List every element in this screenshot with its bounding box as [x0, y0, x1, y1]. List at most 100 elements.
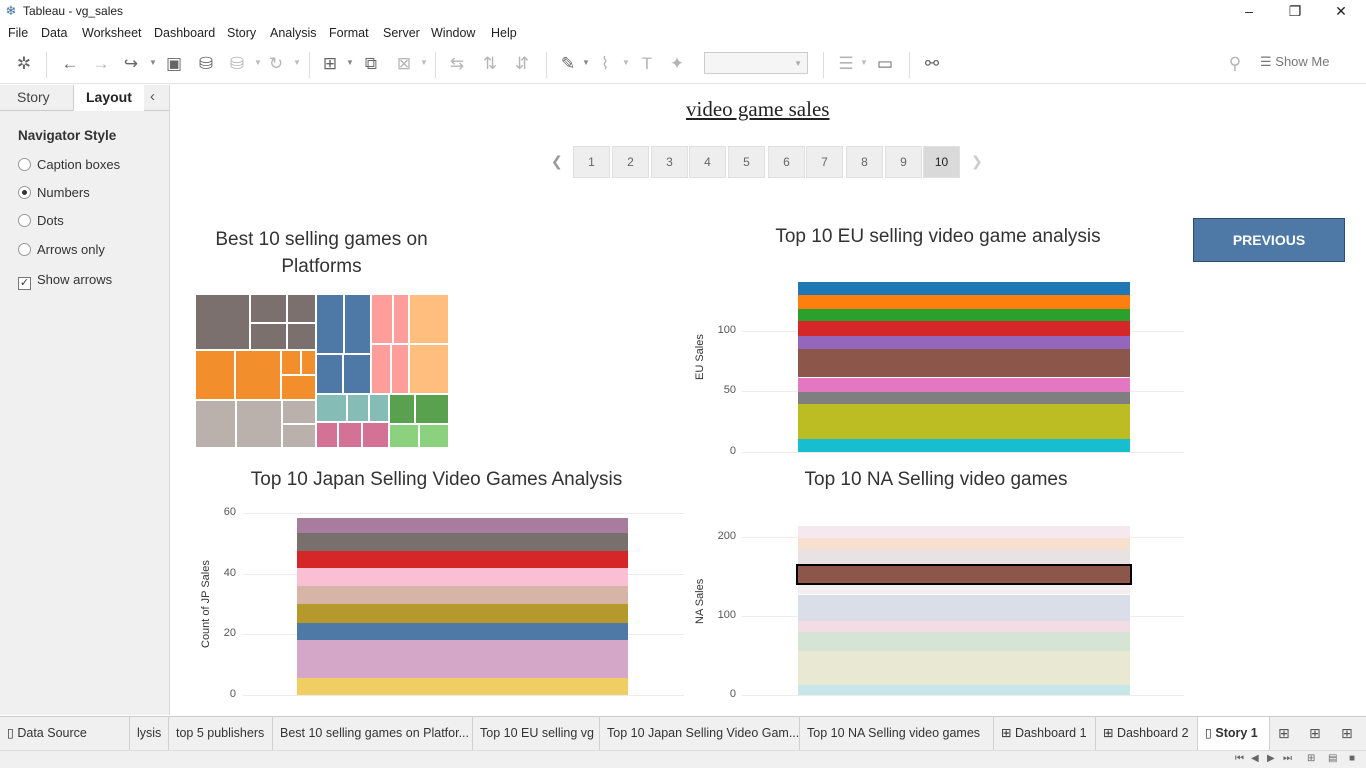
treemap-cell[interactable] [250, 323, 287, 350]
next-sheet-icon[interactable]: ▶ [1267, 753, 1275, 764]
tab-story[interactable]: Story [0, 85, 74, 111]
bar-segment[interactable] [297, 517, 628, 533]
pause-caret-icon[interactable]: ▼ [254, 58, 262, 67]
treemap-cell[interactable] [282, 400, 316, 424]
bar-segment[interactable] [798, 550, 1130, 564]
bar-segment[interactable] [798, 282, 1130, 296]
radio-icon[interactable] [18, 158, 31, 171]
tableau-start-icon[interactable]: ✲ [14, 54, 34, 74]
sheet-sorter-icon[interactable]: ⊞ [1307, 753, 1315, 764]
tab-data-source[interactable]: ▯ Data Source [0, 717, 130, 751]
tab-dashboard-2[interactable]: ⊞ Dashboard 2 [1096, 717, 1198, 751]
bar-segment[interactable] [798, 320, 1130, 336]
treemap-cell[interactable] [393, 294, 409, 344]
treemap-cell[interactable] [409, 344, 449, 394]
refresh-icon[interactable]: ↻ [266, 54, 286, 74]
treemap-cell[interactable] [316, 354, 343, 394]
tab-top-5-publishers[interactable]: top 5 publishers [169, 717, 273, 751]
bar-segment[interactable] [297, 550, 628, 568]
story-point-1[interactable]: 1 [573, 146, 610, 178]
treemap-cell[interactable] [371, 344, 391, 394]
group-members-icon[interactable]: ⌇ [595, 54, 615, 74]
story-point-9[interactable]: 9 [885, 146, 922, 178]
menu-window[interactable]: Window [431, 26, 475, 40]
menu-server[interactable]: Server [383, 26, 420, 40]
treemap-cell[interactable] [282, 424, 316, 448]
bar-segment[interactable] [297, 567, 628, 586]
story-point-8[interactable]: 8 [846, 146, 883, 178]
bar-segment[interactable] [798, 377, 1130, 393]
bar-segment[interactable] [798, 684, 1130, 695]
treemap-cell[interactable] [344, 294, 371, 354]
story-prev-arrow-icon[interactable]: ❮ [551, 153, 563, 170]
group-caret-icon[interactable]: ▼ [622, 58, 630, 67]
bar-segment[interactable] [297, 603, 628, 624]
treemap-cell[interactable] [419, 424, 449, 448]
bar-segment[interactable] [297, 585, 628, 604]
menu-file[interactable]: File [8, 26, 28, 40]
story-point-3[interactable]: 3 [651, 146, 688, 178]
refresh-caret-icon[interactable]: ▼ [293, 58, 301, 67]
bar-segment[interactable] [798, 309, 1130, 321]
presentation-mode-icon[interactable]: ▭ [875, 54, 895, 74]
pause-updates-icon[interactable]: ⛁ [227, 54, 247, 74]
fit-caret-icon[interactable]: ▼ [860, 58, 868, 67]
sort-ascending-icon[interactable]: ⇅ [480, 54, 500, 74]
story-point-10[interactable]: 10 [923, 146, 960, 178]
bar-segment[interactable] [796, 563, 1132, 585]
swap-rows-columns-icon[interactable]: ⇆ [447, 54, 467, 74]
treemap-cell[interactable] [347, 394, 369, 422]
new-worksheet-icon[interactable]: ⊞ [320, 54, 340, 74]
clear-caret-icon[interactable]: ▼ [420, 58, 428, 67]
radio-icon[interactable] [18, 214, 31, 227]
story-point-2[interactable]: 2 [612, 146, 649, 178]
last-sheet-icon[interactable]: ⏭ [1283, 753, 1292, 764]
treemap-cell[interactable] [235, 350, 281, 400]
new-datasource-icon[interactable]: ⛁ [196, 54, 216, 74]
treemap-cell[interactable] [316, 394, 347, 422]
sort-descending-icon[interactable]: ⇵ [512, 54, 532, 74]
bar-segment[interactable] [798, 392, 1130, 404]
new-worksheet-tab-icon[interactable]: ⊞ [1278, 725, 1290, 742]
treemap-cell[interactable] [316, 294, 344, 354]
fit-selector[interactable]: ▼ [704, 52, 808, 74]
treemap-cell[interactable] [287, 294, 316, 323]
tab-story-1[interactable]: ▯ Story 1 [1198, 717, 1270, 751]
tab-layout[interactable]: Layout [74, 85, 144, 111]
bar-segment[interactable] [798, 538, 1130, 551]
filmstrip-icon[interactable]: ▤ [1328, 753, 1337, 764]
menu-worksheet[interactable]: Worksheet [82, 26, 142, 40]
fit-icon[interactable]: ☰ [836, 54, 856, 74]
treemap-cell[interactable] [250, 294, 287, 323]
treemap-chart[interactable] [195, 294, 449, 448]
tab-best-10-selling[interactable]: Best 10 selling games on Platfor... [273, 717, 473, 751]
treemap-cell[interactable] [281, 350, 301, 375]
first-sheet-icon[interactable]: ⏮ [1235, 753, 1244, 764]
restore-button[interactable]: ❐ [1272, 0, 1318, 24]
treemap-cell[interactable] [195, 400, 236, 448]
bar-segment[interactable] [798, 403, 1130, 439]
new-story-tab-icon[interactable]: ⊞ [1341, 725, 1353, 742]
show-labels-icon[interactable]: T [637, 54, 657, 74]
treemap-cell[interactable] [415, 394, 449, 424]
tab-top-10-eu[interactable]: Top 10 EU selling vg [473, 717, 600, 751]
menu-dashboard[interactable]: Dashboard [154, 26, 215, 40]
treemap-cell[interactable] [236, 400, 282, 448]
bookmark-icon[interactable]: ⚲ [1225, 54, 1245, 74]
menu-story[interactable]: Story [227, 26, 256, 40]
radio-selected-icon[interactable] [18, 186, 31, 199]
treemap-cell[interactable] [389, 424, 419, 448]
duplicate-sheet-icon[interactable]: ⧉ [361, 54, 381, 74]
collapse-pane-icon[interactable]: ‹ [150, 88, 155, 105]
bar-segment[interactable] [798, 594, 1130, 621]
treemap-cell[interactable] [409, 294, 449, 344]
minimize-button[interactable]: – [1226, 0, 1272, 24]
treemap-cell[interactable] [391, 344, 409, 394]
tabs-view-icon[interactable]: ■ [1349, 753, 1355, 764]
tab-top-10-japan[interactable]: Top 10 Japan Selling Video Gam... [600, 717, 800, 751]
treemap-cell[interactable] [287, 323, 316, 350]
story-point-6[interactable]: 6 [768, 146, 805, 178]
new-dashboard-tab-icon[interactable]: ⊞ [1309, 725, 1321, 742]
show-me-button[interactable]: ☰ Show Me [1260, 54, 1329, 70]
fix-axes-icon[interactable]: ✦ [667, 54, 687, 74]
